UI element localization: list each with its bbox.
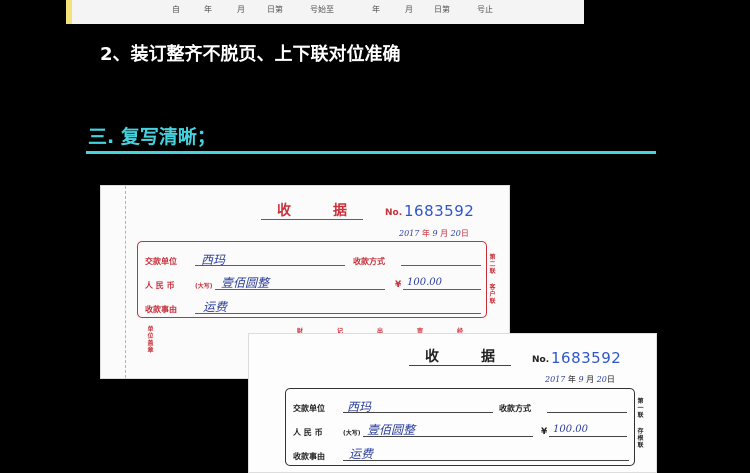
cover-col: 日第 (267, 5, 283, 14)
method-line (547, 412, 627, 413)
date-day: 20 (596, 375, 607, 384)
reason-label: 收款事由 (145, 305, 177, 314)
amount-value-line (549, 436, 627, 437)
amount-value: 100.00 (553, 424, 588, 435)
cover-col: 年 (372, 5, 380, 14)
cover-date-row: 自 年 月 日第 号始至 年 月 日第 号止 (72, 4, 584, 18)
copy-side-purpose: 存根联 (637, 428, 644, 449)
date-day-unit: 日 (606, 375, 615, 384)
amount-symbol: ¥ (395, 280, 402, 290)
date-year: 2017 (545, 375, 566, 384)
receipt-date: 2017 年 9 月 20日 (399, 228, 469, 239)
section-heading-3: 三. 复写清晰； (88, 126, 216, 148)
stamp-vertical-label: 单位盖章 (147, 326, 154, 354)
cover-col: 年 (204, 5, 212, 14)
title-char: 收 (277, 203, 291, 219)
date-month: 9 (578, 375, 584, 384)
method-line (401, 265, 481, 266)
date-month-unit: 月 (440, 229, 449, 238)
copy-side-label: 第一联 (637, 398, 644, 419)
amount-words-line (215, 289, 385, 290)
payer-label: 交款单位 (293, 404, 325, 413)
receipt-no-label: No. (385, 208, 403, 218)
copy-side-purpose: 客户联 (489, 284, 496, 305)
amount-label: 人 民 币 (293, 428, 323, 437)
amount-symbol: ¥ (541, 427, 548, 437)
date-year-unit: 年 (421, 229, 430, 238)
cover-col: 日第 (434, 5, 450, 14)
title-char: 收 (425, 349, 439, 365)
feature-point-2: 2、装订整齐不脱页、上下联对位准确 (100, 44, 401, 65)
amount-words-line (363, 436, 533, 437)
receipt-title: 收 据 (277, 200, 357, 219)
cover-col: 月 (405, 5, 413, 14)
reason-line (343, 460, 629, 461)
date-month: 9 (432, 229, 438, 238)
receipt-no-label: No. (532, 355, 550, 365)
method-label: 收款方式 (499, 404, 531, 413)
receipt-date: 2017 年 9 月 20日 (545, 374, 615, 385)
receipt-stub-copy: 收 据 No. 1683592 2017 年 9 月 20日 交款单位 西玛 收… (248, 333, 657, 473)
cover-col: 号始至 (310, 5, 334, 14)
title-flourish (409, 365, 511, 366)
title-flourish (261, 219, 363, 220)
receipt-number: 1683592 (551, 349, 622, 367)
receipt-number: 1683592 (404, 202, 475, 220)
amount-label: 人 民 币 (145, 281, 175, 290)
cover-col: 月 (237, 5, 245, 14)
reason-label: 收款事由 (293, 452, 325, 461)
receipt-title: 收 据 (425, 346, 505, 365)
perforation-line (125, 186, 126, 378)
title-char: 据 (333, 203, 347, 219)
cover-col: 自 (172, 5, 180, 14)
payer-line (343, 412, 493, 413)
amount-value: 100.00 (407, 277, 442, 288)
date-year: 2017 (399, 229, 420, 238)
payer-label: 交款单位 (145, 257, 177, 266)
date-year-unit: 年 (567, 375, 576, 384)
cover-col: 号止 (477, 5, 493, 14)
reason-line (195, 313, 481, 314)
receipt-book-cover-strip: 自 年 月 日第 号始至 年 月 日第 号止 (66, 0, 584, 24)
amount-hint: (大写) (195, 283, 213, 290)
section-underline (86, 151, 656, 154)
title-char: 据 (481, 349, 495, 365)
amount-value-line (403, 289, 481, 290)
date-day-unit: 日 (460, 229, 469, 238)
method-label: 收款方式 (353, 257, 385, 266)
copy-side-label: 第二联 (489, 254, 496, 275)
payer-line (195, 265, 345, 266)
date-month-unit: 月 (586, 375, 595, 384)
amount-hint: (大写) (343, 430, 361, 437)
date-day: 20 (450, 229, 461, 238)
